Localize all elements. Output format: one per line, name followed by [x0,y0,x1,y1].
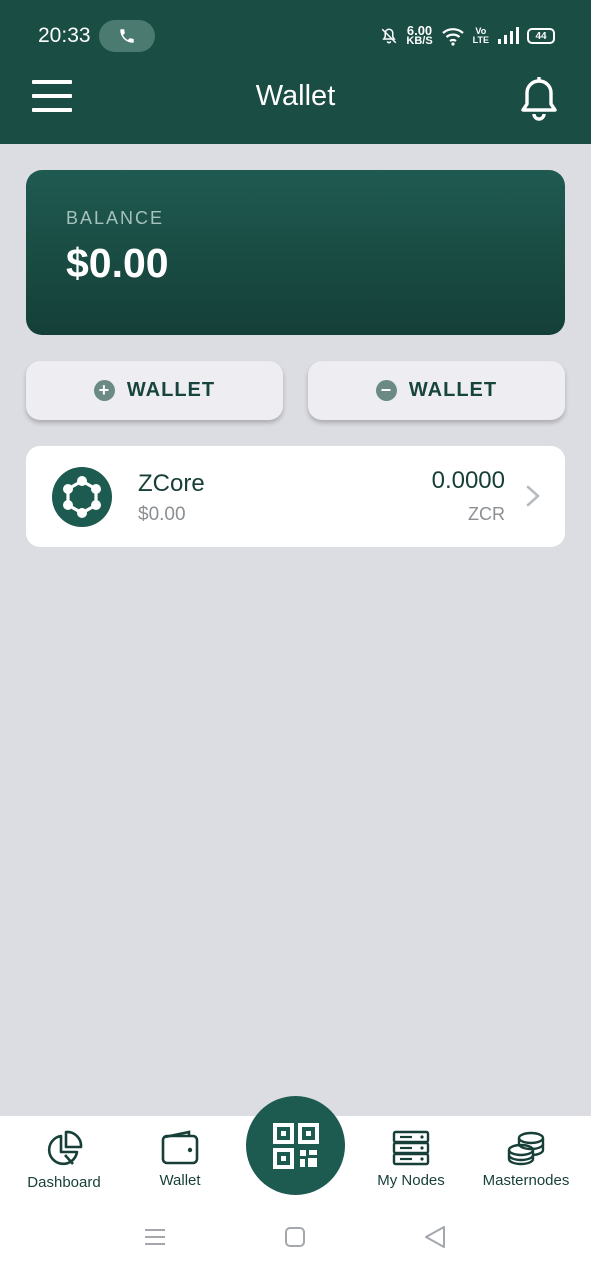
network-speed: 6.00 KB/S [406,24,433,47]
mute-bell-icon [382,28,397,44]
add-wallet-label: WALLET [126,379,216,401]
nav-my-nodes-label: My Nodes [377,1172,445,1189]
home-icon[interactable] [280,1222,310,1252]
app-header: 20:33 6.00 KB/S Vo LTE 44 Wallet [0,0,591,144]
nav-masternodes[interactable]: Masternodes [470,1116,582,1206]
qr-code-icon [272,1122,319,1169]
wifi-icon [441,28,464,46]
pie-chart-icon [47,1130,83,1166]
volte-bottom: LTE [472,35,489,45]
coins-stack-icon [507,1131,545,1166]
ongoing-call-pill[interactable] [99,20,155,52]
minus-circle-icon: − [375,380,397,401]
balance-card: BALANCE $0.00 [26,170,565,335]
system-navigation-bar [0,1222,591,1266]
qr-scan-button[interactable] [246,1096,345,1195]
coin-name: ZCore [138,470,205,497]
volte-indicator: Vo LTE [473,27,489,45]
status-time: 20:33 [38,24,91,47]
chevron-right-icon [526,485,540,507]
remove-wallet-button[interactable]: − WALLET [308,361,565,420]
recent-apps-icon[interactable] [140,1222,170,1252]
add-wallet-button[interactable]: + WALLET [26,361,283,420]
nav-wallet-label: Wallet [159,1172,201,1189]
signal-icon [498,27,519,44]
plus-circle-icon: + [93,380,115,401]
coin-row-zcore[interactable]: ZCore $0.00 0.0000 ZCR [26,446,565,547]
status-icons: 6.00 KB/S Vo LTE 44 [380,22,555,50]
network-speed-unit: KB/S [406,35,433,47]
coin-amount: 0.0000 [431,467,505,494]
wallet-icon [161,1130,199,1165]
nav-dashboard[interactable]: Dashboard [14,1116,114,1206]
bell-icon[interactable] [518,76,560,122]
nav-wallet[interactable]: Wallet [136,1116,224,1206]
balance-label: BALANCE [66,208,165,228]
server-icon [392,1130,430,1166]
nav-dashboard-label: Dashboard [27,1174,101,1191]
page-title: Wallet [255,80,336,112]
battery-level: 44 [535,30,547,42]
coin-fiat-value: $0.00 [138,504,186,525]
zcore-logo-icon [52,467,112,527]
remove-wallet-label: WALLET [408,379,498,401]
battery-icon: 44 [527,28,555,44]
nav-my-nodes[interactable]: My Nodes [364,1116,458,1206]
balance-value: $0.00 [66,240,169,286]
coin-symbol: ZCR [468,504,505,524]
phone-icon [120,29,134,43]
back-icon[interactable] [420,1222,450,1252]
nav-masternodes-label: Masternodes [482,1172,570,1189]
